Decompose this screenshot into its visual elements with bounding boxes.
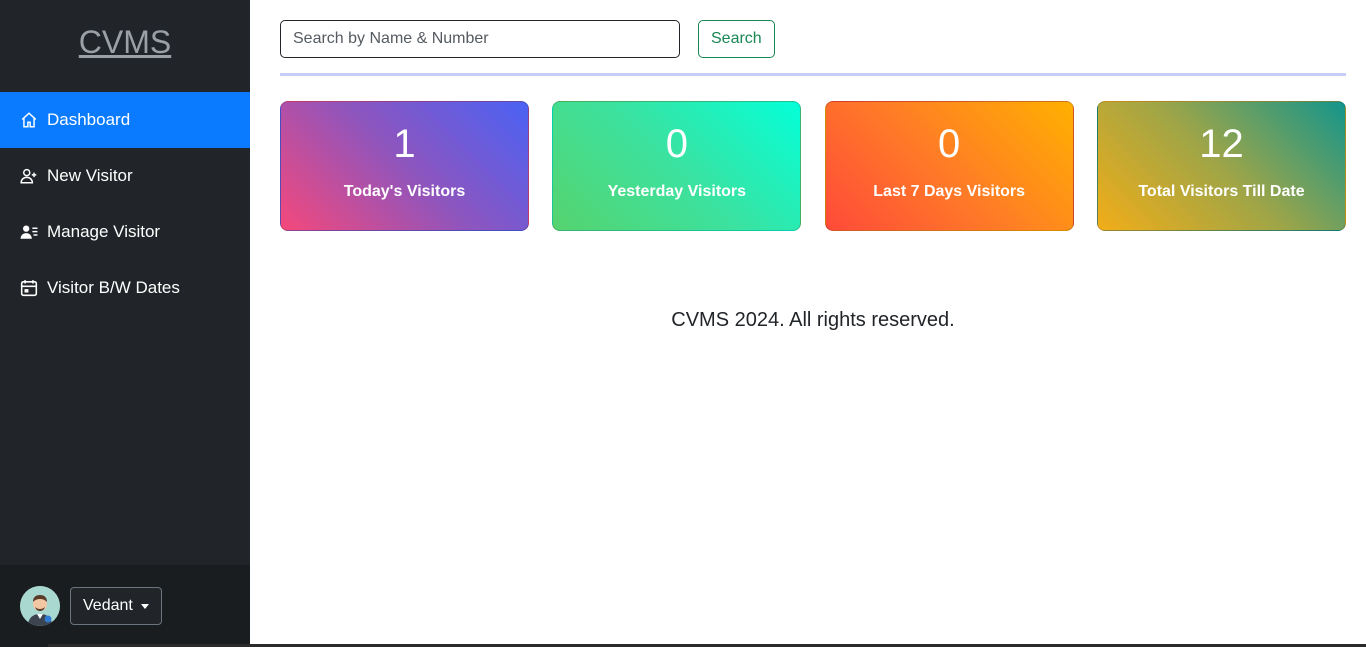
search-button[interactable]: Search [698,20,775,58]
main-content: Search 1 Today's Visitors 0 Yesterday Vi… [250,0,1366,647]
stat-card-last-7-days: 0 Last 7 Days Visitors [824,101,1074,231]
search-bar: Search [280,20,775,58]
user-dropdown-button[interactable]: Vedant [70,587,162,625]
search-input[interactable] [280,20,680,58]
stats-cards: 1 Today's Visitors 0 Yesterday Visitors … [280,101,1346,231]
brand-link[interactable]: CVMS [79,24,171,60]
sidebar-item-label: Dashboard [47,110,131,129]
brand: CVMS [0,0,250,92]
user-avatar-icon[interactable] [20,586,60,626]
calendar-icon [20,279,38,297]
footer-copyright: CVMS 2024. All rights reserved. [671,309,955,331]
stat-card-total: 12 Total Visitors Till Date [1096,101,1346,231]
divider [280,73,1346,76]
user-plus-icon [20,167,38,185]
sidebar-item-label: Manage Visitor [47,222,161,241]
stat-label: Yesterday Visitors [607,183,747,200]
sidebar-item-label: New Visitor [47,166,133,185]
app: CVMS Dashboard New Visitor Manage Visito… [0,0,1366,647]
sidebar-nav: Dashboard New Visitor Manage Visitor Vis… [0,92,250,316]
stat-card-yesterday: 0 Yesterday Visitors [552,101,802,231]
stat-label: Today's Visitors [343,183,466,200]
stat-card-today: 1 Today's Visitors [280,101,529,231]
home-icon [20,111,38,129]
caret-down-icon [140,603,149,609]
user-list-icon [20,223,38,241]
stat-value: 12 [1199,122,1244,166]
sidebar-item-dashboard[interactable]: Dashboard [0,92,250,148]
sidebar-item-label: Visitor B/W Dates [47,278,180,297]
stat-value: 0 [665,122,688,166]
sidebar: CVMS Dashboard New Visitor Manage Visito… [0,0,250,647]
user-name: Vedant [83,597,133,614]
stat-label: Total Visitors Till Date [1138,183,1305,200]
stat-value: 1 [393,122,416,166]
stat-label: Last 7 Days Visitors [873,183,1026,200]
sidebar-footer: Vedant [0,565,250,647]
stat-value: 0 [938,122,961,166]
sidebar-item-manage-visitor[interactable]: Manage Visitor [0,204,250,260]
sidebar-item-new-visitor[interactable]: New Visitor [0,148,250,204]
sidebar-item-visitor-dates[interactable]: Visitor B/W Dates [0,260,250,316]
